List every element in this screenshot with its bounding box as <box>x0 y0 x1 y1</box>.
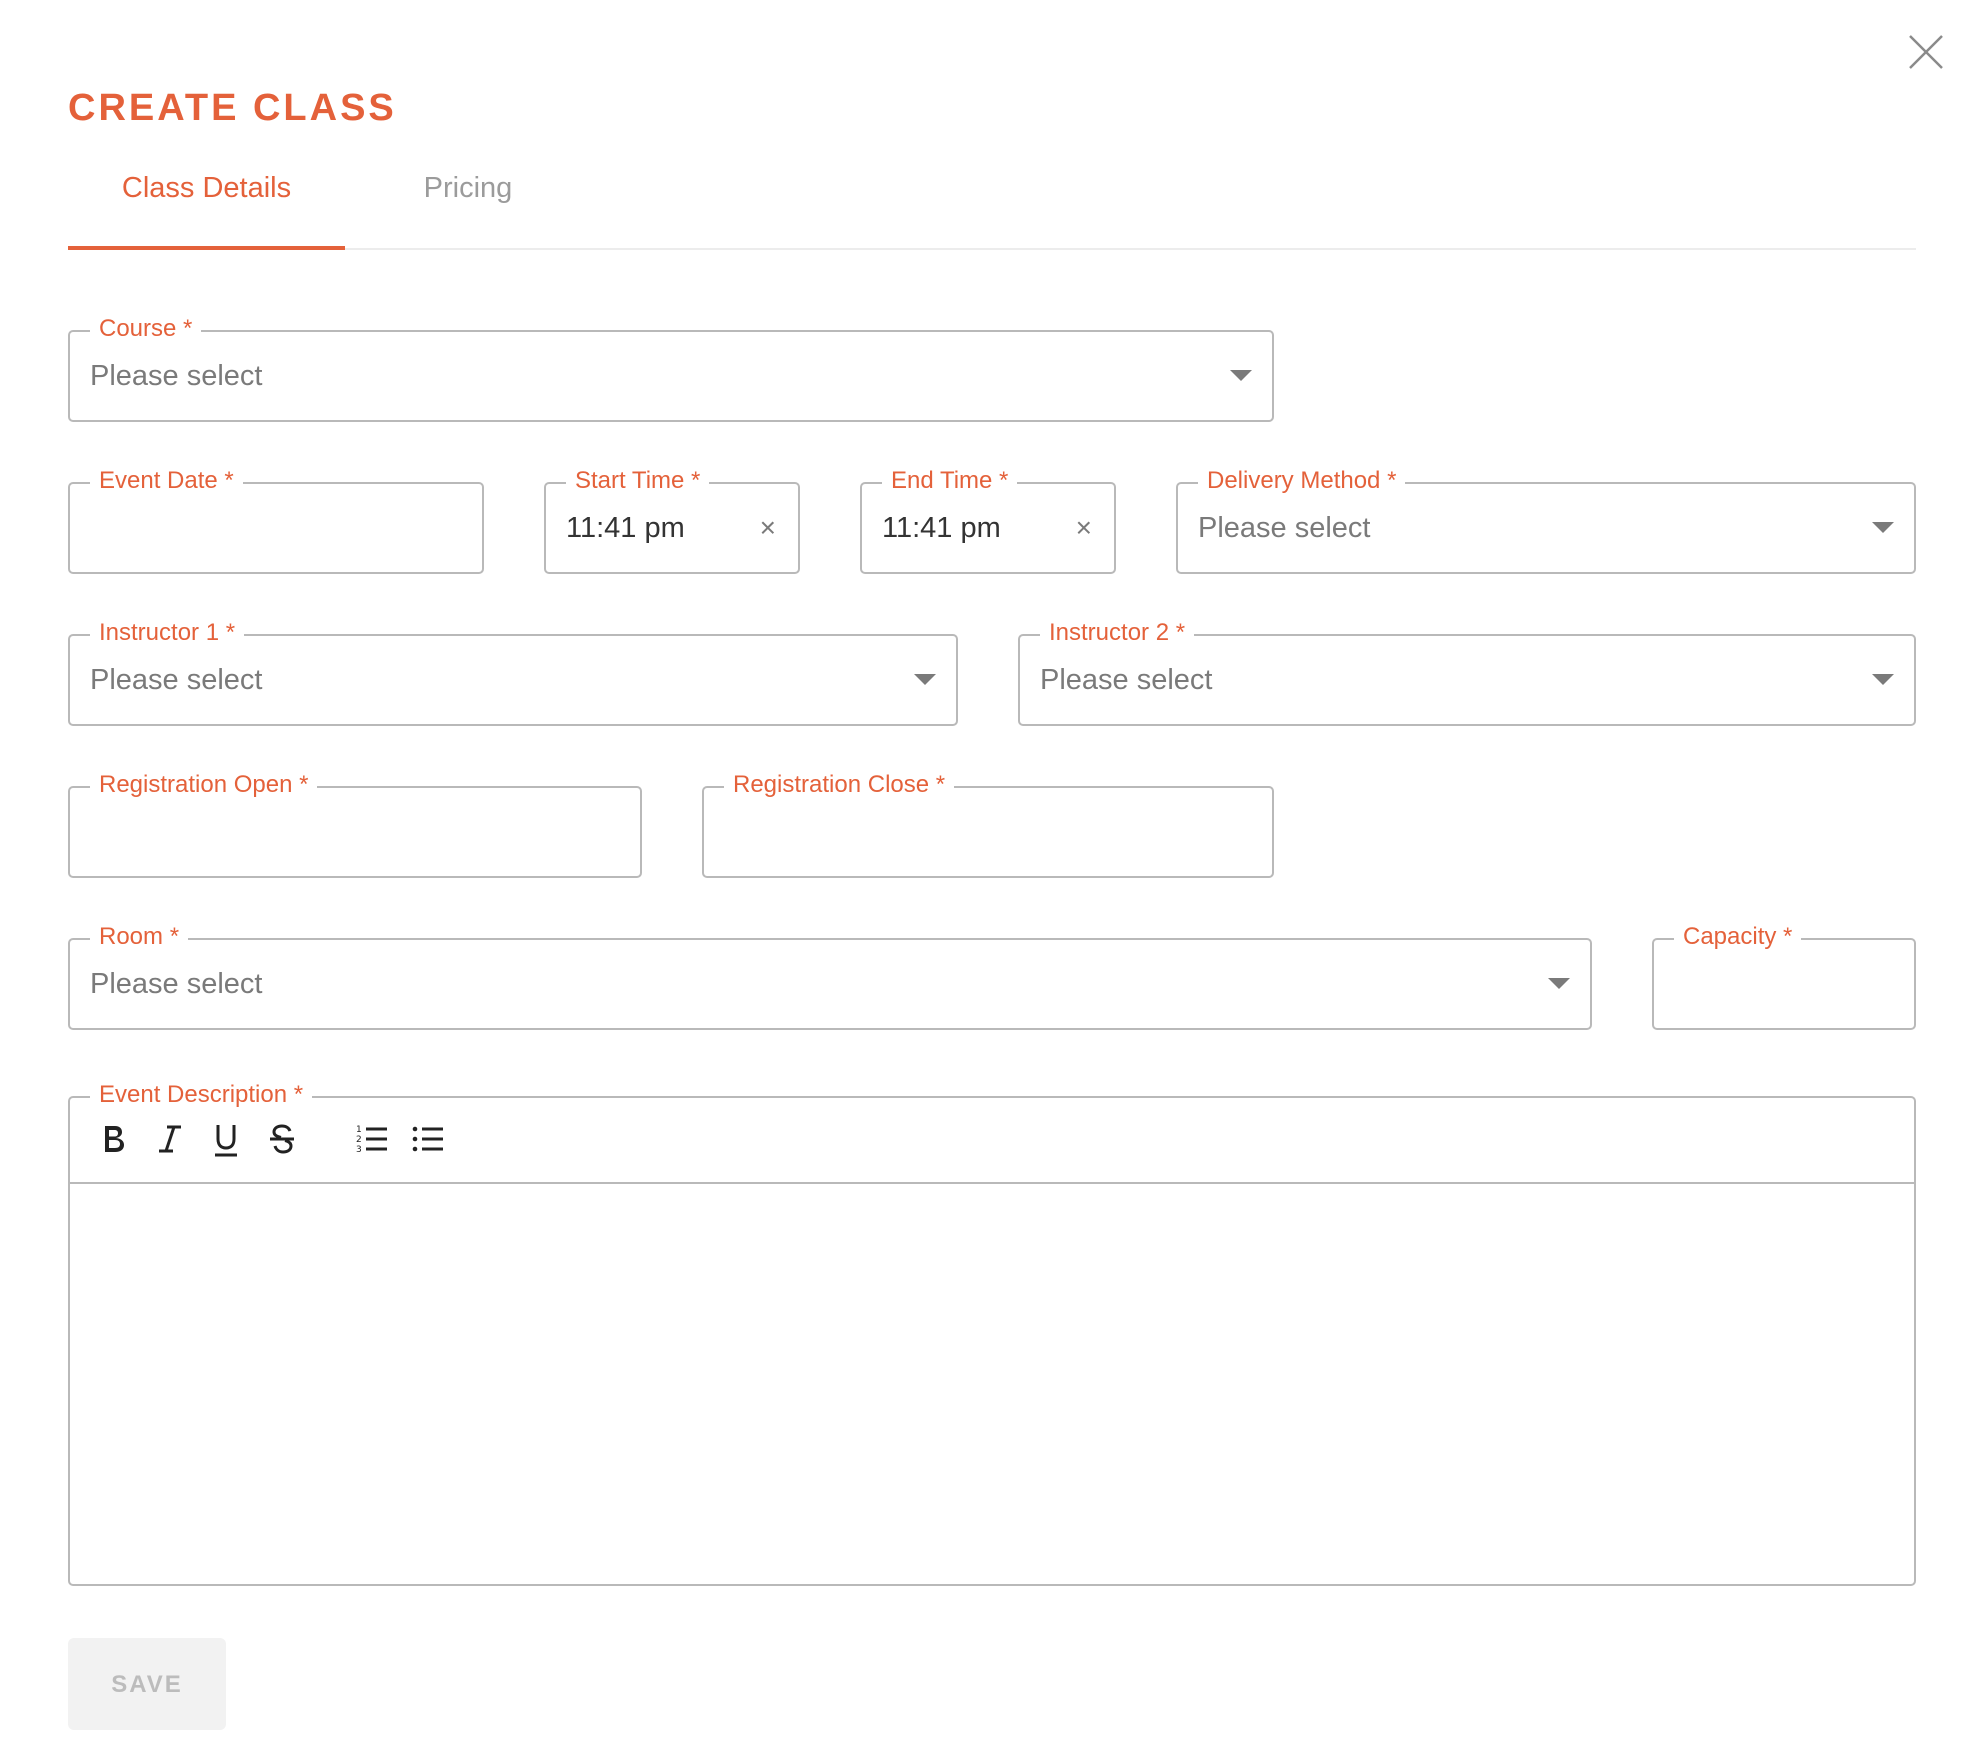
event-date-input[interactable]: Event Date * <box>68 466 484 574</box>
event-date-label: Event Date * <box>90 466 243 496</box>
tab-pricing[interactable]: Pricing <box>368 160 568 248</box>
italic-icon <box>159 1125 181 1153</box>
course-select[interactable]: Course * Please select <box>68 314 1274 422</box>
chevron-down-icon <box>1872 674 1894 685</box>
instructor-1-select[interactable]: Instructor 1 * Please select <box>68 618 958 726</box>
ordered-list-icon: 1 2 3 <box>356 1125 387 1155</box>
room-select[interactable]: Room * Please select <box>68 922 1592 1030</box>
strikethrough-button[interactable] <box>262 1122 302 1162</box>
registration-open-input[interactable]: Registration Open * <box>68 770 642 878</box>
event-description-editor: Event Description * 1 2 3 <box>68 1080 1916 1586</box>
capacity-label: Capacity * <box>1674 922 1802 952</box>
delivery-method-select[interactable]: Delivery Method * Please select <box>1176 466 1916 574</box>
end-time-input[interactable]: End Time * 11:41 pm × <box>860 466 1116 574</box>
chevron-down-icon <box>1872 522 1894 533</box>
save-button[interactable]: SAVE <box>68 1638 226 1730</box>
chevron-down-icon <box>1548 978 1570 989</box>
delivery-method-placeholder: Please select <box>1198 512 1371 544</box>
registration-close-label: Registration Close * <box>724 770 955 800</box>
ordered-list-button[interactable]: 1 2 3 <box>352 1122 392 1162</box>
close-icon <box>1909 35 1943 69</box>
tab-divider <box>68 248 1916 250</box>
tab-class-details[interactable]: Class Details <box>68 160 345 250</box>
svg-text:3: 3 <box>356 1145 362 1155</box>
svg-text:1: 1 <box>356 1125 362 1135</box>
end-time-value: 11:41 pm <box>882 512 1001 544</box>
editor-toolbar: 1 2 3 <box>70 1098 1914 1184</box>
strikethrough-icon <box>270 1124 294 1154</box>
bold-icon <box>105 1126 124 1152</box>
instructor-1-placeholder: Please select <box>90 664 263 696</box>
start-time-value: 11:41 pm <box>566 512 685 544</box>
start-time-input[interactable]: Start Time * 11:41 pm × <box>544 466 800 574</box>
registration-open-label: Registration Open * <box>90 770 318 800</box>
event-description-textarea[interactable] <box>70 1184 1914 1584</box>
bullet-list-button[interactable] <box>408 1122 448 1162</box>
capacity-input[interactable]: Capacity * <box>1652 922 1916 1030</box>
tab-bar: Class Details Pricing <box>68 160 1916 250</box>
close-button[interactable] <box>1906 32 1946 72</box>
course-placeholder: Please select <box>90 360 263 392</box>
clear-start-time-icon[interactable]: × <box>760 484 776 572</box>
bold-button[interactable] <box>94 1122 134 1162</box>
chevron-down-icon <box>914 674 936 685</box>
chevron-down-icon <box>1230 370 1252 381</box>
room-placeholder: Please select <box>90 968 263 1000</box>
registration-close-input[interactable]: Registration Close * <box>702 770 1274 878</box>
svg-text:2: 2 <box>356 1135 362 1145</box>
dialog-title: CREATE CLASS <box>68 87 397 129</box>
instructor-2-select[interactable]: Instructor 2 * Please select <box>1018 618 1916 726</box>
italic-button[interactable] <box>150 1122 190 1162</box>
underline-icon <box>215 1125 237 1157</box>
instructor-2-placeholder: Please select <box>1040 664 1213 696</box>
bullet-list-icon <box>412 1126 443 1152</box>
underline-button[interactable] <box>206 1122 246 1162</box>
clear-end-time-icon[interactable]: × <box>1076 484 1092 572</box>
